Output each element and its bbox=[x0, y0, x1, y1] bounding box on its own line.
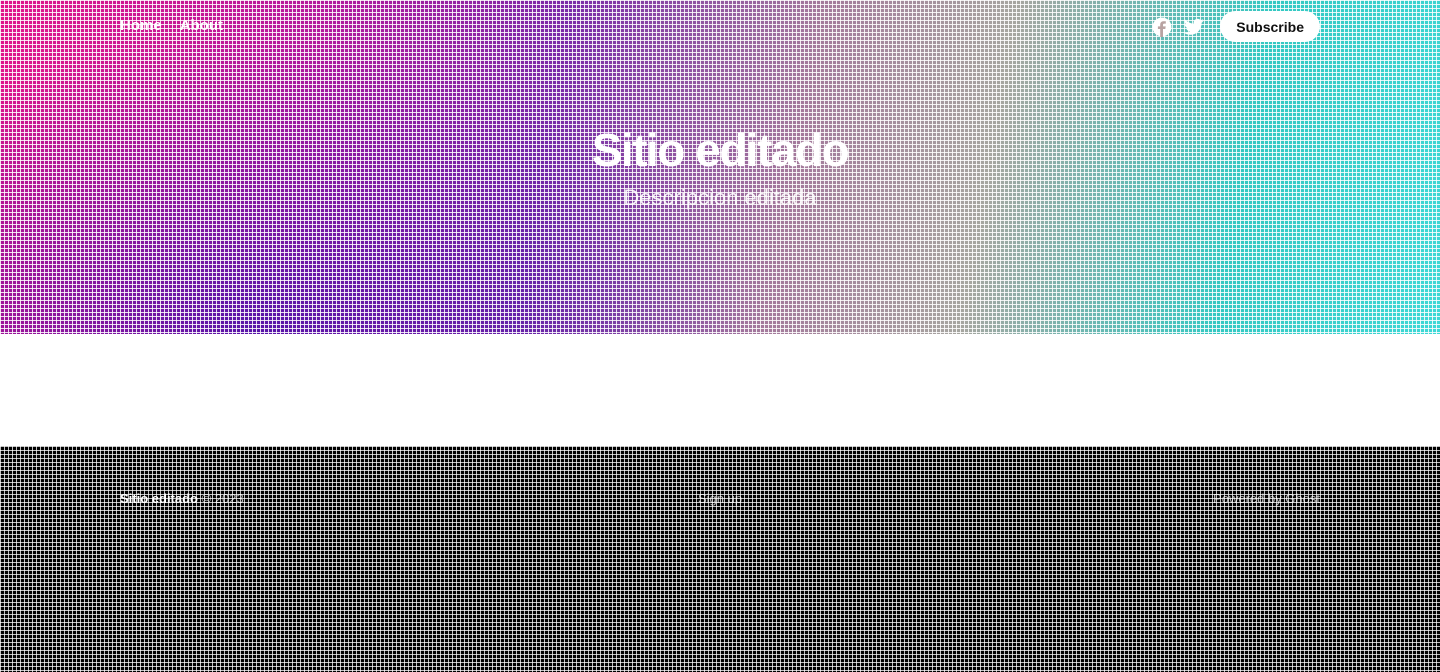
footer-powered-by: Powered by Ghost bbox=[1213, 490, 1320, 508]
nav-home-link[interactable]: Home bbox=[120, 16, 162, 36]
site-description: Descripcion editada bbox=[623, 185, 817, 210]
site-footer: Sitio editado © 2023 Sign up Powered by … bbox=[0, 446, 1440, 672]
subscribe-button[interactable]: Subscribe bbox=[1220, 11, 1320, 42]
main-content bbox=[0, 334, 1440, 446]
main-nav: Home About bbox=[120, 16, 223, 36]
site-header: Home About Subscribe Sitio editado Descr… bbox=[0, 0, 1440, 334]
facebook-icon[interactable] bbox=[1152, 17, 1172, 37]
footer-signup-link[interactable]: Sign up bbox=[698, 491, 742, 506]
nav-about-link[interactable]: About bbox=[180, 16, 223, 36]
site-title: Sitio editado bbox=[591, 124, 850, 176]
header-actions: Subscribe bbox=[1152, 11, 1320, 42]
twitter-icon[interactable] bbox=[1184, 17, 1204, 37]
powered-by-ghost-link[interactable]: Powered by Ghost bbox=[1213, 491, 1320, 506]
